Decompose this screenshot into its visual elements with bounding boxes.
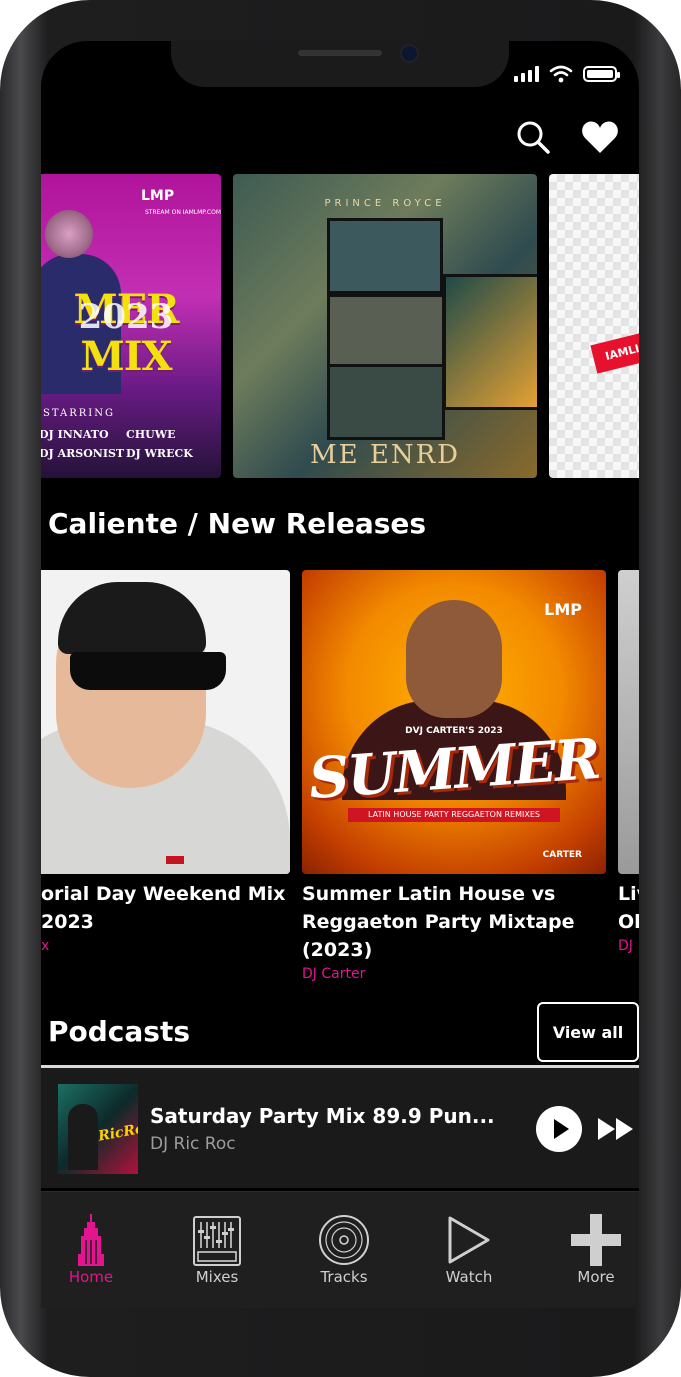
release-card[interactable]: orial Day Weekend Mix 2023 x (41, 570, 290, 954)
artwork-figure (68, 1104, 98, 1170)
app-screen: LMPSTREAM ON IAMLMP.COM MER MIX 2023 STA… (41, 41, 639, 1308)
artwork-tag (166, 856, 184, 864)
release-card[interactable]: Liv Ol DJ (618, 570, 639, 954)
tab-bar: Home Mixes Tracks Watch More (41, 1191, 639, 1308)
release-card[interactable]: LMP DVJ CARTER'S 2023 SUMMER LATIN HOUSE… (302, 570, 606, 982)
featured-card[interactable]: IAMLI (549, 174, 639, 478)
artwork-head (45, 210, 93, 258)
featured-card[interactable]: PRINCE ROYCE ME ENRD (233, 174, 537, 478)
search-icon[interactable] (515, 119, 551, 155)
now-playing-title: Saturday Party Mix 89.9 Pun... (150, 1104, 495, 1128)
tab-mixes[interactable]: Mixes (167, 1206, 267, 1286)
release-artwork (618, 570, 639, 874)
now-playing-artist: DJ Ric Roc (150, 1134, 236, 1154)
new-releases-carousel: orial Day Weekend Mix 2023 x LMP DVJ CAR… (41, 570, 639, 982)
tab-label: Tracks (320, 1268, 368, 1286)
artwork-artist: PRINCE ROYCE (324, 198, 446, 209)
heart-icon[interactable] (581, 119, 619, 155)
artwork-hair (58, 582, 206, 654)
view-all-button[interactable]: View all (537, 1002, 639, 1062)
play-button[interactable] (536, 1106, 582, 1152)
header-actions (515, 119, 619, 155)
building-icon (78, 1214, 104, 1266)
release-artwork (41, 570, 290, 874)
release-artwork: LMP DVJ CARTER'S 2023 SUMMER LATIN HOUSE… (302, 570, 606, 874)
artwork-dj-name: CHUWE (126, 428, 176, 441)
tab-label: More (577, 1268, 615, 1286)
artwork-dj-name: DJ ARSONIST (41, 447, 125, 460)
artwork-label: IAMLI (590, 331, 639, 374)
camera (400, 44, 419, 63)
plus-icon (571, 1214, 621, 1266)
now-playing-artwork: RicRoc (58, 1084, 138, 1174)
artwork-ribbon: LATIN HOUSE PARTY REGGAETON REMIXES (348, 808, 560, 822)
artwork-face (406, 600, 502, 718)
artwork-dj-name: DJ WRECK (126, 447, 193, 460)
fast-forward-icon[interactable] (596, 1116, 636, 1142)
release-artist[interactable]: DJ Carter (302, 966, 606, 982)
artwork-dj-name: DJ INNATO (41, 428, 109, 441)
collage-photo (327, 294, 445, 370)
artwork-text: RicRoc (97, 1119, 138, 1145)
lmp-logo: LMPSTREAM ON IAMLMP.COM (141, 188, 221, 216)
collage-photo (327, 364, 445, 440)
battery-icon (583, 66, 620, 82)
status-bar (514, 65, 620, 83)
play-icon (554, 1119, 569, 1139)
now-playing-bar[interactable]: RicRoc Saturday Party Mix 89.9 Pun... DJ… (41, 1068, 639, 1188)
notch (171, 41, 509, 87)
tab-home[interactable]: Home (41, 1206, 141, 1286)
tab-more[interactable]: More (546, 1206, 639, 1286)
collage-photo (443, 274, 537, 410)
artwork-title: ME ENRD (309, 440, 461, 470)
tab-tracks[interactable]: Tracks (294, 1206, 394, 1286)
collage-photo (327, 218, 443, 294)
vinyl-icon (319, 1215, 369, 1265)
speaker (298, 50, 382, 56)
artwork-year: 2023 (78, 297, 174, 337)
release-artist[interactable]: x (41, 938, 290, 954)
section-title-podcasts: Podcasts (48, 1015, 191, 1048)
featured-card[interactable]: LMPSTREAM ON IAMLMP.COM MER MIX 2023 STA… (41, 174, 221, 478)
signal-icon (514, 66, 539, 82)
release-title: Summer Latin House vs Reggaeton Party Mi… (302, 883, 575, 961)
phone-frame: LMPSTREAM ON IAMLMP.COM MER MIX 2023 STA… (0, 0, 681, 1377)
artwork-sunglasses (70, 652, 226, 690)
play-outline-icon (448, 1216, 490, 1264)
lmp-logo: LMP (544, 600, 582, 619)
release-title: Liv Ol (618, 883, 639, 933)
featured-carousel: LMPSTREAM ON IAMLMP.COM MER MIX 2023 STA… (41, 174, 639, 478)
release-artist[interactable]: DJ (618, 938, 639, 954)
section-title-caliente: Caliente / New Releases (48, 507, 427, 540)
tab-watch[interactable]: Watch (419, 1206, 519, 1286)
tab-label: Mixes (195, 1268, 239, 1286)
artwork-starring: STARRING (43, 408, 115, 419)
artwork-dj-list: DJ INNATO CHUWE DJ ARSONIST DJ WRECK (41, 428, 221, 460)
tab-label: Watch (445, 1268, 493, 1286)
artwork-credit: CARTER (542, 850, 582, 860)
tab-label: Home (68, 1268, 114, 1286)
mixer-icon (193, 1216, 241, 1266)
release-title: orial Day Weekend Mix 2023 (41, 883, 286, 933)
wifi-icon (549, 65, 573, 83)
